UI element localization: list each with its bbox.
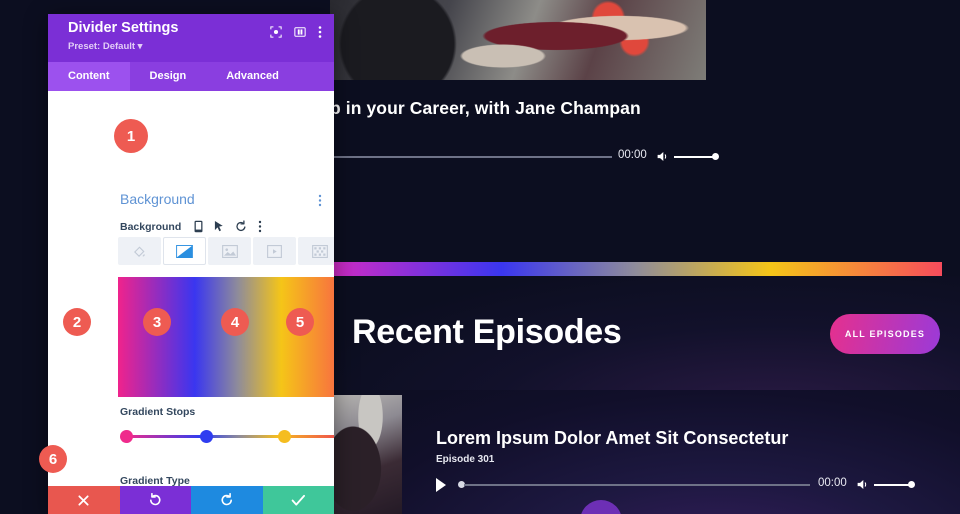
background-type-image[interactable]: [208, 237, 251, 265]
background-row-label: Background: [120, 221, 182, 233]
hero-volume-knob[interactable]: [712, 153, 719, 160]
save-button[interactable]: [262, 486, 334, 514]
step-badge-1: 1: [114, 119, 148, 153]
background-row-icons: [194, 220, 262, 238]
step-badge-6: 6: [39, 445, 67, 473]
gradient-stop-handle[interactable]: [200, 430, 213, 443]
undo-button[interactable]: [119, 486, 191, 514]
episode-progress-bar[interactable]: [464, 484, 810, 486]
panel-title: Divider Settings: [68, 20, 179, 36]
panel-header: Divider Settings Preset: Default ▾: [48, 14, 334, 62]
step-badge-5: 5: [286, 308, 314, 336]
gradient-preview[interactable]: [118, 277, 334, 397]
redo-button[interactable]: [191, 486, 263, 514]
gradient-divider: [330, 262, 942, 276]
tab-advanced[interactable]: Advanced: [206, 62, 299, 91]
episode-number: Episode 301: [436, 454, 495, 465]
speaker-icon[interactable]: [856, 478, 869, 491]
background-section-header[interactable]: Background: [120, 191, 195, 209]
step-badge-2: 2: [63, 308, 91, 336]
tab-design[interactable]: Design: [130, 62, 207, 91]
episode-volume-slider[interactable]: [874, 484, 912, 486]
episode-audio-player[interactable]: 00:00: [436, 476, 915, 494]
more-vertical-icon[interactable]: [318, 194, 322, 212]
background-type-tabs[interactable]: [118, 237, 334, 265]
more-vertical-icon[interactable]: [318, 25, 322, 39]
panel-body: Background Background Gradient Stops Gra…: [48, 91, 334, 511]
reset-icon[interactable]: [235, 220, 247, 238]
hero-title: p in your Career, with Jane Champan: [330, 98, 641, 118]
recent-episodes-heading: Recent Episodes: [352, 313, 622, 351]
panel-tabs[interactable]: Content Design Advanced: [48, 62, 334, 91]
step-badge-4: 4: [221, 308, 249, 336]
hero-volume-slider[interactable]: [674, 156, 716, 158]
gradient-stop-handle[interactable]: [278, 430, 291, 443]
phone-icon[interactable]: [194, 220, 203, 238]
background-section-title: Background: [120, 191, 195, 207]
hero-audio-player[interactable]: 00:00: [330, 148, 720, 166]
all-episodes-button[interactable]: ALL EPISODES: [830, 314, 940, 354]
hero-photo: [330, 0, 706, 82]
gradient-stop-handle[interactable]: [120, 430, 133, 443]
gradient-stops-track[interactable]: [126, 435, 334, 438]
cursor-icon[interactable]: [214, 220, 224, 238]
episode-card: [330, 390, 960, 514]
cancel-button[interactable]: [48, 486, 120, 514]
panel-preset[interactable]: Preset: Default ▾: [68, 41, 142, 52]
background-type-gradient[interactable]: [163, 237, 206, 265]
background-type-color-fill[interactable]: [118, 237, 161, 265]
divider-settings-panel[interactable]: Divider Settings Preset: Default ▾ Conte…: [48, 14, 334, 514]
episode-time: 00:00: [818, 477, 847, 489]
focus-icon[interactable]: [270, 26, 282, 38]
hero-time: 00:00: [618, 149, 647, 161]
episode-volume-knob[interactable]: [908, 481, 915, 488]
hero-progress-bar[interactable]: [330, 156, 612, 158]
panel-footer[interactable]: [48, 486, 334, 514]
play-icon[interactable]: [436, 478, 446, 492]
panel-header-icons: [270, 25, 322, 39]
background-type-pattern[interactable]: [298, 237, 334, 265]
step-badge-3: 3: [143, 308, 171, 336]
more-vertical-icon[interactable]: [258, 220, 262, 238]
gradient-stops-label: Gradient Stops: [120, 406, 196, 418]
background-type-video[interactable]: [253, 237, 296, 265]
episode-thumbnail: [332, 395, 402, 514]
episode-title: Lorem Ipsum Dolor Amet Sit Consectetur: [436, 428, 789, 448]
speaker-icon[interactable]: [656, 150, 669, 163]
layout-icon[interactable]: [294, 26, 306, 38]
tab-content[interactable]: Content: [48, 62, 130, 91]
